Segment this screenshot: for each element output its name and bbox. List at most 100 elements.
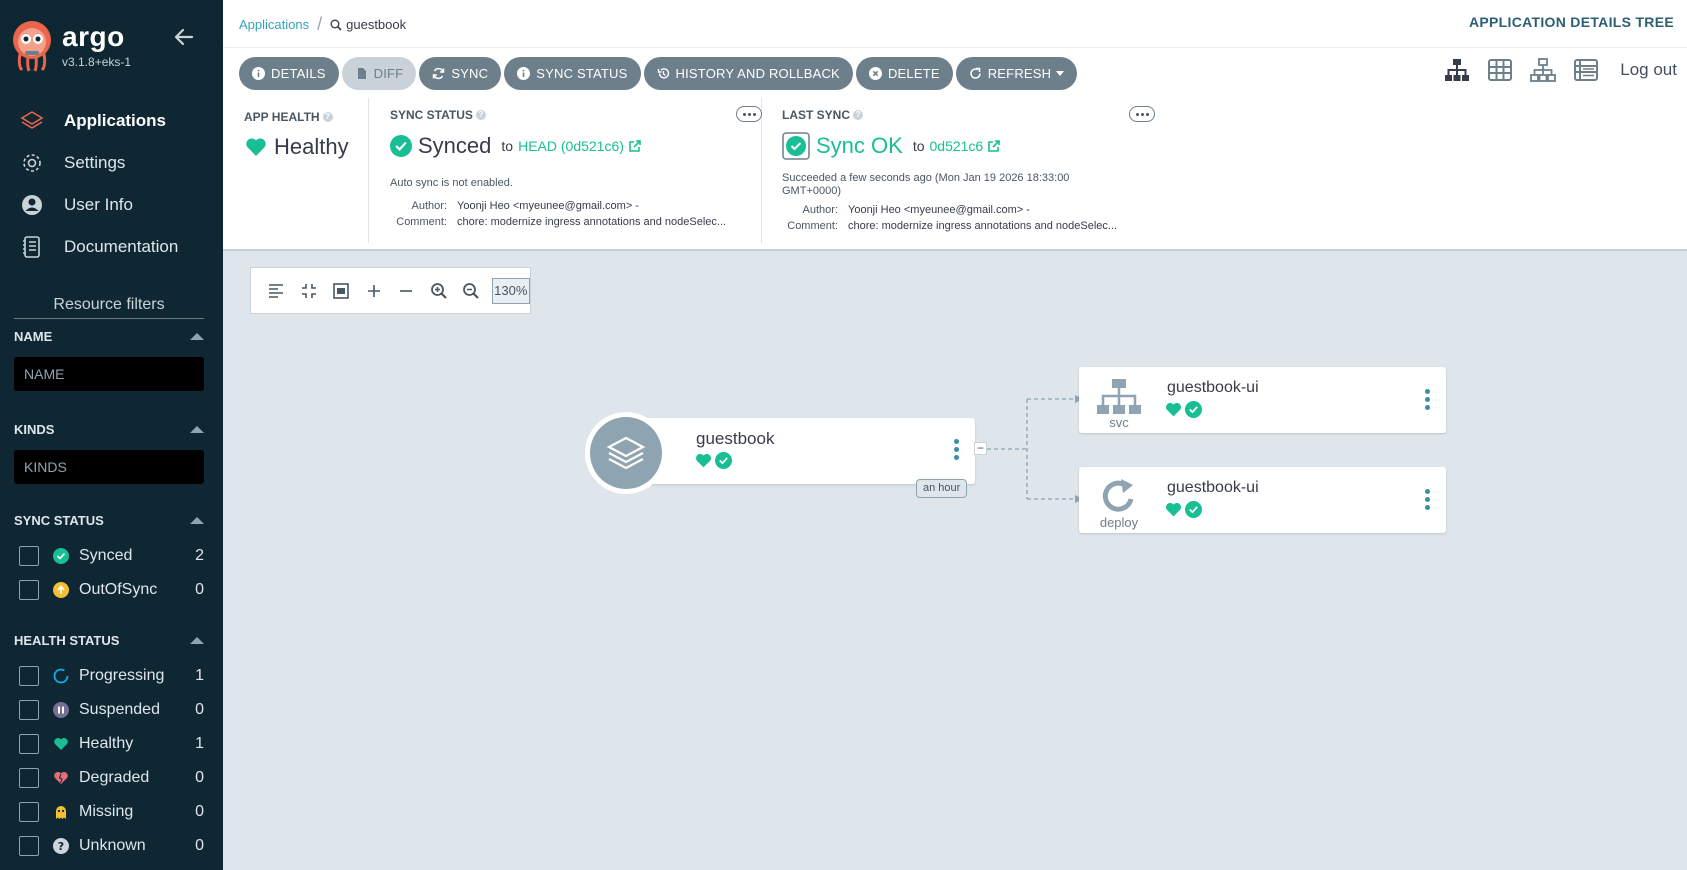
pause-circle-icon (53, 702, 69, 718)
more-options-button[interactable] (736, 106, 762, 122)
history-rollback-button[interactable]: HISTORY AND ROLLBACK (643, 57, 853, 90)
status-panel: APP HEALTH ? Healthy SYNC STATUS ? Synce… (223, 98, 1687, 251)
more-options-button[interactable] (1129, 106, 1155, 122)
filter-checkbox[interactable] (19, 836, 39, 856)
breadcrumb-current[interactable]: guestbook (330, 17, 406, 32)
nav-label: Applications (64, 111, 167, 130)
help-icon[interactable]: ? (322, 112, 333, 122)
app-node-age-badge: an hour (916, 479, 968, 498)
filter-row-suspended[interactable]: Suspended 0 (14, 693, 204, 727)
resource-kind-label: deploy (1099, 515, 1139, 530)
heart-icon (1166, 502, 1181, 517)
resource-menu-icon[interactable] (1425, 389, 1431, 413)
filter-row-degraded[interactable]: Degraded 0 (14, 761, 204, 795)
filter-checkbox[interactable] (19, 700, 39, 720)
last-sync-title: LAST SYNC (782, 108, 851, 122)
author-value: Yoonji Heo <myeunee@gmail.com> - (848, 204, 1030, 216)
help-icon[interactable]: ? (475, 110, 486, 120)
app-node-guestbook[interactable] (623, 418, 975, 484)
nav-applications[interactable]: Applications (0, 100, 223, 142)
refresh-button[interactable]: REFRESH (955, 57, 1078, 90)
filter-row-unknown[interactable]: ? Unknown 0 (14, 829, 204, 863)
heart-icon (1166, 402, 1181, 417)
author-value: Yoonji Heo <myeunee@gmail.com> - (457, 200, 639, 212)
filter-row-healthy[interactable]: Healthy 1 (14, 727, 204, 761)
sync-button[interactable]: SYNC (419, 57, 502, 90)
app-node-menu-icon[interactable] (954, 439, 960, 463)
app-health-title: APP HEALTH (244, 110, 320, 124)
button-label: HISTORY AND ROLLBACK (675, 66, 840, 81)
sync-status-filter-section: SYNC STATUS Synced 2 OutOfSync 0 (14, 511, 204, 607)
resource-node-deploy[interactable]: deploy guestbook-ui (1079, 467, 1446, 533)
name-filter-input[interactable]: NAME (14, 357, 204, 391)
filter-row-synced[interactable]: Synced 2 (14, 539, 204, 573)
sync-status-button[interactable]: SYNC STATUS (504, 57, 641, 90)
collapse-triangle-icon[interactable] (190, 425, 204, 433)
collapse-sidebar-arrow-icon[interactable] (172, 25, 196, 49)
details-button[interactable]: DETAILS (239, 57, 339, 90)
collapse-triangle-icon[interactable] (190, 332, 204, 340)
revision-link[interactable]: 0d521c6 (930, 138, 984, 154)
nav-label: Settings (64, 153, 126, 172)
external-link-icon[interactable] (628, 139, 642, 153)
ghost-icon (56, 806, 66, 819)
button-label: DIFF (373, 66, 404, 81)
filter-checkbox[interactable] (19, 580, 39, 600)
app-health-panel: APP HEALTH ? Healthy (223, 98, 369, 243)
resource-name: guestbook-ui (1167, 379, 1259, 396)
collapse-triangle-icon[interactable] (190, 636, 204, 644)
filter-checkbox[interactable] (19, 802, 39, 822)
filter-checkbox[interactable] (19, 546, 39, 566)
sidebar: argo v3.1.8+eks-1 Applications Settings … (0, 0, 223, 870)
collapse-node-button[interactable]: − (974, 442, 987, 455)
last-sync-value: Sync OK (816, 133, 903, 158)
filter-checkbox[interactable] (19, 734, 39, 754)
external-link-icon[interactable] (987, 139, 1001, 153)
filter-count: 1 (195, 667, 204, 684)
info-circle-icon (517, 67, 531, 80)
health-status-filter-title: HEALTH STATUS (14, 632, 120, 648)
sync-comment-row: Comment: chore: modernize ingress annotat… (377, 216, 726, 228)
nav-settings[interactable]: Settings (0, 142, 223, 184)
argo-logo[interactable]: argo v3.1.8+eks-1 (12, 20, 131, 72)
filter-checkbox[interactable] (19, 768, 39, 788)
resource-node-svc[interactable]: svc guestbook-ui (1079, 367, 1446, 433)
last-sync-note-line1: Succeeded a few seconds ago (Mon Jan 19 … (782, 172, 1070, 184)
breadcrumb: Applications / guestbook (239, 14, 406, 35)
collapse-triangle-icon[interactable] (190, 516, 204, 524)
grid-view-icon[interactable] (1486, 56, 1514, 84)
last-sync-comment-row: Comment: chore: modernize ingress annotat… (768, 220, 1117, 232)
diff-button[interactable]: DIFF (341, 57, 417, 90)
list-view-icon[interactable] (1572, 56, 1600, 84)
filter-label: Degraded (79, 769, 150, 786)
filter-row-progressing[interactable]: Progressing 1 (14, 659, 204, 693)
kinds-filter-title: KINDS (14, 421, 55, 437)
network-view-icon[interactable] (1529, 56, 1557, 84)
help-icon[interactable]: ? (853, 110, 864, 120)
filter-label: OutOfSync (79, 581, 158, 598)
to-label: to (501, 138, 514, 154)
button-label: DETAILS (271, 66, 326, 81)
revision-link[interactable]: HEAD (0d521c6) (518, 138, 624, 154)
nav-documentation[interactable]: Documentation (0, 226, 223, 268)
gear-icon (23, 154, 41, 172)
logout-link[interactable]: Log out (1620, 60, 1677, 80)
kinds-filter-section: KINDS KINDS (14, 420, 204, 484)
nav-user-info[interactable]: User Info (0, 184, 223, 226)
filter-row-missing[interactable]: Missing 0 (14, 795, 204, 829)
resource-menu-icon[interactable] (1425, 489, 1431, 513)
filter-label: Unknown (79, 837, 146, 854)
caret-down-icon (1056, 71, 1065, 76)
delete-button[interactable]: DELETE (855, 57, 953, 90)
service-network-icon (1097, 379, 1141, 414)
filter-checkbox[interactable] (19, 666, 39, 686)
breadcrumb-applications-link[interactable]: Applications (239, 17, 309, 32)
button-label: DELETE (887, 66, 940, 81)
tree-view-icon[interactable] (1443, 56, 1471, 84)
view-switcher: Log out (1428, 56, 1677, 84)
action-bar: DETAILS DIFF SYNC SYNC STATUS HISTORY AN… (223, 48, 1687, 98)
button-label: REFRESH (987, 66, 1052, 81)
filter-row-outofsync[interactable]: OutOfSync 0 (14, 573, 204, 607)
kinds-filter-input[interactable]: KINDS (14, 450, 204, 484)
app-node-icon[interactable] (585, 412, 667, 494)
